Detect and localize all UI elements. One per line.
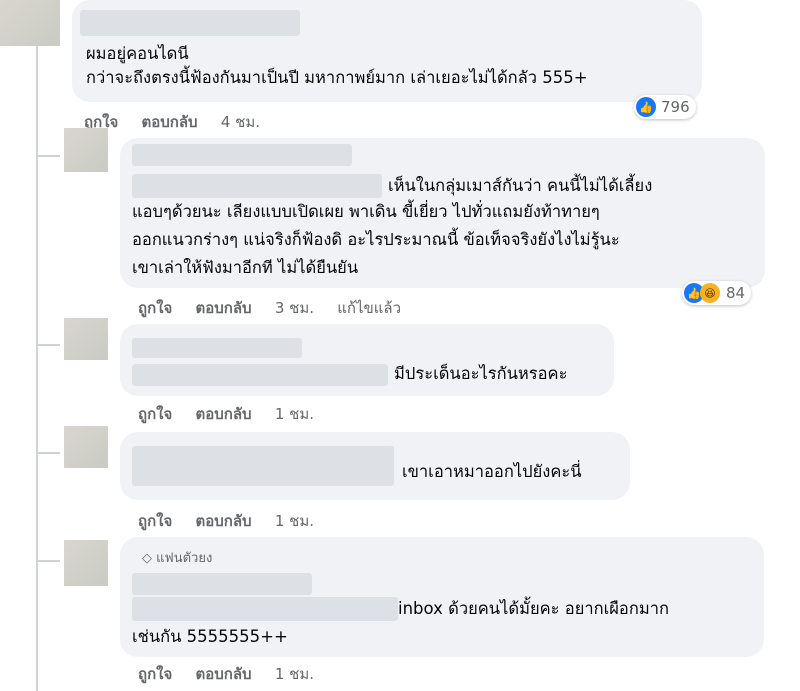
timestamp[interactable]: 1 ชม. xyxy=(275,512,314,530)
timestamp[interactable]: 3 ชม. xyxy=(275,299,314,317)
like-button[interactable]: ถูกใจ xyxy=(138,665,172,683)
like-button[interactable]: ถูกใจ xyxy=(138,512,172,530)
top-fan-badge: ◇ แฟนตัวยง xyxy=(142,551,213,566)
comment-bubble: ◇ แฟนตัวยง inbox ด้วยคนได้มั้ยคะ อยากเผื… xyxy=(120,537,764,657)
comment-text: กว่าจะถึงตรงนี้ฟ้องกันมาเป็นปี มหากาพย์ม… xyxy=(86,68,588,87)
thread-line xyxy=(36,46,38,691)
timestamp[interactable]: 4 ชม. xyxy=(221,113,260,131)
avatar[interactable] xyxy=(64,128,108,172)
reply-button[interactable]: ตอบกลับ xyxy=(142,113,198,131)
reaction-count: 796 xyxy=(661,98,690,116)
like-button[interactable]: ถูกใจ xyxy=(138,405,172,423)
haha-icon: 😆 xyxy=(700,283,720,303)
comment-text: inbox ด้วยคนได้มั้ยคะ อยากเผือกมาก xyxy=(398,599,669,618)
comment-text: เช่นกัน 5555555++ xyxy=(132,627,288,646)
redacted-name xyxy=(132,446,394,486)
reaction-summary[interactable]: 👍 😆 84 xyxy=(682,281,752,305)
comment-actions: ถูกใจ ตอบกลับ 1 ชม. xyxy=(138,509,332,533)
comment-text: เขาเล่าให้ฟังมาอีกที ไม่ได้ยืนยัน xyxy=(132,258,359,277)
redacted-name xyxy=(80,10,300,36)
reaction-count: 84 xyxy=(726,284,746,302)
comment-bubble: เขาเอาหมาออกไปยังคะนี่ xyxy=(120,432,630,500)
comment-actions: ถูกใจ ตอบกลับ 1 ชม. xyxy=(138,402,332,426)
reaction-summary[interactable]: 👍 796 xyxy=(634,95,696,119)
comment-text: เห็นในกลุ่มเมาส์กันว่า คนนี้ไม่ได้เลี้ยง xyxy=(388,176,653,195)
comment-text: เขาเอาหมาออกไปยังคะนี่ xyxy=(402,462,582,481)
redacted-mention xyxy=(132,364,388,386)
diamond-icon: ◇ xyxy=(142,551,152,566)
comment-bubble: ผมอยู่คอนไดนี กว่าจะถึงตรงนี้ฟ้องกันมาเป… xyxy=(72,0,702,102)
thread-branch xyxy=(36,452,60,454)
comment-bubble: เห็นในกลุ่มเมาส์กันว่า คนนี้ไม่ได้เลี้ยง… xyxy=(120,138,765,288)
comment-actions: ถูกใจ ตอบกลับ 1 ชม. xyxy=(138,662,332,686)
like-button[interactable]: ถูกใจ xyxy=(138,299,172,317)
avatar[interactable] xyxy=(64,318,108,360)
redacted-name xyxy=(132,144,352,166)
thread-branch xyxy=(36,344,60,346)
avatar[interactable] xyxy=(64,426,108,468)
timestamp[interactable]: 1 ชม. xyxy=(275,665,314,683)
like-icon: 👍 xyxy=(636,97,656,117)
reply-button[interactable]: ตอบกลับ xyxy=(196,405,252,423)
comment-text: ผมอยู่คอนไดนี xyxy=(86,44,189,63)
avatar[interactable] xyxy=(0,0,60,46)
reply-button[interactable]: ตอบกลับ xyxy=(196,299,252,317)
comment-text: แอบๆด้วยนะ เลียงแบบเปิดเผย พาเดิน ขี้เยี… xyxy=(132,202,600,221)
thread-branch xyxy=(36,560,60,562)
comment-text: มีประเด็นอะไรกันหรอคะ xyxy=(394,364,568,383)
comment-text: ออกแนวกร่างๆ แน่จริงก็ฟ้องดิ อะไรประมาณน… xyxy=(132,230,620,249)
comment-actions: ถูกใจ ตอบกลับ 4 ชม. xyxy=(84,110,278,134)
thread-branch xyxy=(36,155,60,157)
timestamp[interactable]: 1 ชม. xyxy=(275,405,314,423)
redacted-name xyxy=(132,573,312,595)
redacted-mention xyxy=(132,597,398,621)
redacted-mention xyxy=(132,174,382,198)
avatar[interactable] xyxy=(64,540,108,586)
comment-bubble: มีประเด็นอะไรกันหรอคะ xyxy=(120,324,614,396)
reply-button[interactable]: ตอบกลับ xyxy=(196,665,252,683)
reply-button[interactable]: ตอบกลับ xyxy=(196,512,252,530)
edited-label[interactable]: แก้ไขแล้ว xyxy=(337,299,401,317)
redacted-name xyxy=(132,338,302,358)
comment-actions: ถูกใจ ตอบกลับ 3 ชม. แก้ไขแล้ว xyxy=(138,296,419,320)
